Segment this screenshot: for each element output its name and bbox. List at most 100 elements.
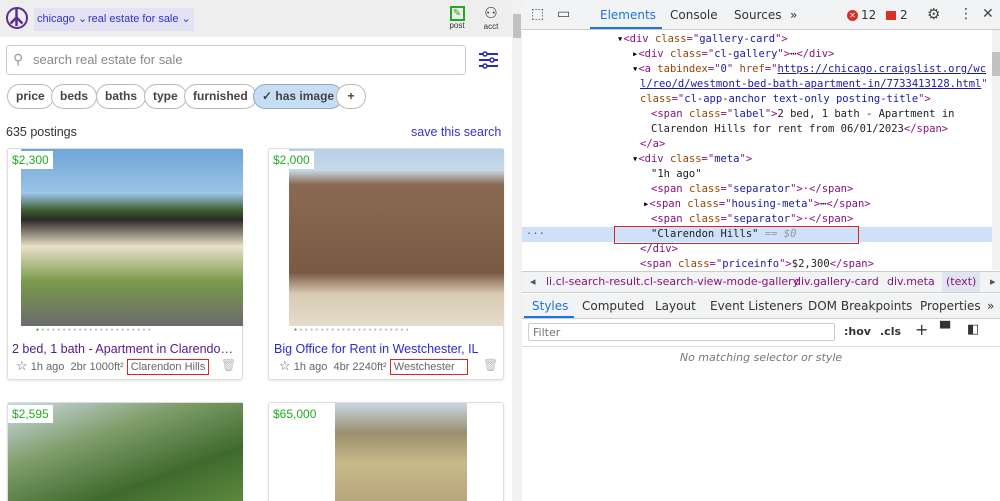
- listing-price: $2,595: [8, 405, 53, 423]
- trash-icon[interactable]: 🗑: [483, 358, 498, 372]
- listing-title[interactable]: 2 bed, 1 bath - Apartment in Clarendon H…: [12, 342, 238, 356]
- cls-toggle[interactable]: .cls: [880, 325, 901, 338]
- devtools-panel: ⬚ ▭ Elements Console Sources » ✕ 12 2 ⚙ …: [522, 0, 1000, 501]
- class-value: gallery-card: [699, 33, 776, 45]
- listing-title[interactable]: Big Office for Rent in Westchester, IL: [274, 342, 500, 356]
- listing-location: Westchester: [389, 359, 468, 375]
- top-bar: chicago ⌄ real estate for sale ⌄ ✎ post …: [0, 0, 512, 37]
- listing-image[interactable]: [335, 403, 467, 501]
- inspect-element-icon[interactable]: ⬚: [531, 6, 544, 22]
- image-dots[interactable]: ●●●●●●●●●●●●●●●●●●●●●●: [294, 327, 411, 333]
- category-select[interactable]: real estate for sale ⌄: [85, 8, 194, 31]
- filter-baths[interactable]: baths: [96, 84, 147, 109]
- node-actions-icon[interactable]: ···: [526, 227, 545, 242]
- dom-tree: ▾<div class="gallery-card"> ▸<div class=…: [522, 32, 992, 270]
- edit-icon: ✎: [449, 6, 465, 21]
- listing-card[interactable]: $2,300 ●●●●●●●●●●●●●●●●●●●●●● 2 bed, 1 b…: [7, 148, 243, 380]
- filter-type[interactable]: type: [144, 84, 187, 109]
- filter-more-button[interactable]: +: [336, 84, 366, 109]
- dom-node[interactable]: ▾<a tabindex="0" href="https://chicago.c…: [632, 62, 986, 77]
- search-input[interactable]: [33, 52, 453, 67]
- scroll-right-icon[interactable]: ▸: [990, 272, 996, 292]
- tab-console[interactable]: Console: [670, 8, 718, 22]
- dom-node[interactable]: <span class="separator">·</span>: [651, 182, 853, 197]
- tab-elements[interactable]: Elements: [600, 8, 656, 22]
- more-tabs-button[interactable]: »: [790, 8, 797, 22]
- tab-event-listeners[interactable]: Event Listeners: [710, 299, 803, 313]
- listing-image[interactable]: [21, 149, 243, 326]
- dom-scrollbar[interactable]: [992, 30, 1000, 270]
- error-count[interactable]: 12: [861, 8, 876, 22]
- listing-card[interactable]: $65,000: [268, 402, 504, 501]
- breadcrumb-item[interactable]: li.cl-search-result.cl-search-view-mode-…: [546, 272, 799, 292]
- city-select[interactable]: chicago ⌄: [34, 8, 91, 31]
- styles-filter-input[interactable]: [528, 323, 835, 341]
- filter-furnished[interactable]: furnished: [184, 84, 257, 109]
- tab-sources[interactable]: Sources: [734, 8, 781, 22]
- listing-bedrooms: 2br: [70, 361, 87, 373]
- postings-count: 635 postings: [6, 125, 77, 139]
- listing-card[interactable]: $2,595: [7, 402, 243, 501]
- breadcrumb-item[interactable]: div.meta: [887, 272, 935, 292]
- listing-sqft: 2240ft²: [352, 361, 387, 373]
- account-button[interactable]: ⚇ acct: [480, 5, 502, 32]
- listing-card[interactable]: $2,000 ●●●●●●●●●●●●●●●●●●●●●● Big Office…: [268, 148, 504, 380]
- filter-has-image[interactable]: ✓ has image: [253, 84, 344, 109]
- issue-count[interactable]: 2: [900, 8, 908, 22]
- paint-brush-icon[interactable]: ▀: [940, 322, 950, 337]
- toggle-sidebar-icon[interactable]: ◧: [967, 322, 979, 337]
- href-link[interactable]: l/reo/d/westmont-bed-bath-apartment-in/7…: [640, 78, 981, 90]
- dom-node[interactable]: ▾<div class="gallery-card">: [617, 32, 788, 47]
- post-button[interactable]: ✎ post: [447, 6, 467, 30]
- star-icon[interactable]: ☆: [279, 358, 291, 373]
- listing-bedrooms: 4br: [333, 361, 350, 373]
- tab-dom-breakpoints[interactable]: DOM Breakpoints: [808, 299, 912, 313]
- listing-price: $2,000: [269, 151, 314, 169]
- scroll-left-icon[interactable]: ◂: [530, 272, 536, 292]
- tab-computed[interactable]: Computed: [582, 299, 644, 313]
- dom-node[interactable]: <span class="separator">·</span>: [651, 212, 853, 227]
- page-scrollbar[interactable]: [512, 0, 522, 501]
- settings-gear-icon[interactable]: ⚙: [927, 5, 940, 23]
- listing-price: $2,300: [8, 151, 53, 169]
- listing-image[interactable]: [289, 149, 504, 326]
- selected-text-node[interactable]: "Clarendon Hills" == $0: [651, 227, 796, 242]
- post-label: post: [449, 21, 465, 30]
- dom-node[interactable]: ▾<div class="meta">: [632, 152, 752, 167]
- href-link[interactable]: https://chicago.craigslist.org/wc: [777, 63, 986, 75]
- error-icon: ✕: [847, 10, 858, 21]
- device-toolbar-icon[interactable]: ▭: [557, 6, 570, 22]
- filter-settings-icon[interactable]: [479, 51, 498, 74]
- dom-node[interactable]: ▸<div class="cl-gallery">⋯</div>: [632, 47, 834, 62]
- warning-icon: [886, 11, 896, 20]
- text-node: 2 bed, 1 bath - Apartment in: [777, 108, 955, 120]
- save-search-link[interactable]: save this search: [411, 125, 501, 139]
- user-icon: ⚇: [484, 5, 498, 22]
- dom-node[interactable]: ▸<span class="housing-meta">⋯</span>: [643, 197, 871, 212]
- hov-toggle[interactable]: :hov: [844, 325, 871, 338]
- devtools-tabbar: ⬚ ▭ Elements Console Sources » ✕ 12 2 ⚙ …: [522, 0, 1000, 30]
- breadcrumb-item[interactable]: (text): [942, 272, 981, 292]
- listing-location: Clarendon Hills: [126, 359, 210, 375]
- listing-sqft: 1000ft²: [89, 361, 124, 373]
- tab-styles[interactable]: Styles: [532, 299, 568, 313]
- tab-properties[interactable]: Properties: [920, 299, 981, 313]
- more-options-icon[interactable]: ⋮: [959, 6, 973, 22]
- dom-node[interactable]: <span class="priceinfo">$2,300</span>: [640, 257, 874, 272]
- more-style-tabs[interactable]: »: [987, 299, 994, 313]
- breadcrumb-item[interactable]: div.gallery-card: [794, 272, 879, 292]
- breadcrumb: ◂ li.cl-search-result.cl-search-view-mod…: [522, 271, 1000, 293]
- filter-beds[interactable]: beds: [51, 84, 98, 109]
- peace-logo-icon[interactable]: [6, 7, 28, 29]
- new-rule-icon[interactable]: +: [915, 320, 928, 339]
- tab-layout[interactable]: Layout: [655, 299, 696, 313]
- trash-icon[interactable]: 🗑: [221, 358, 236, 372]
- text-node[interactable]: "1h ago": [651, 167, 702, 182]
- dom-node[interactable]: <span class="label">2 bed, 1 bath - Apar…: [651, 107, 954, 122]
- star-icon[interactable]: ☆: [16, 358, 28, 373]
- image-dots[interactable]: ●●●●●●●●●●●●●●●●●●●●●●: [36, 327, 153, 333]
- filter-price[interactable]: price: [7, 84, 54, 109]
- close-icon[interactable]: ✕: [982, 6, 994, 22]
- class-value: housing-meta: [731, 198, 808, 210]
- search-icon: ⚲: [13, 51, 24, 67]
